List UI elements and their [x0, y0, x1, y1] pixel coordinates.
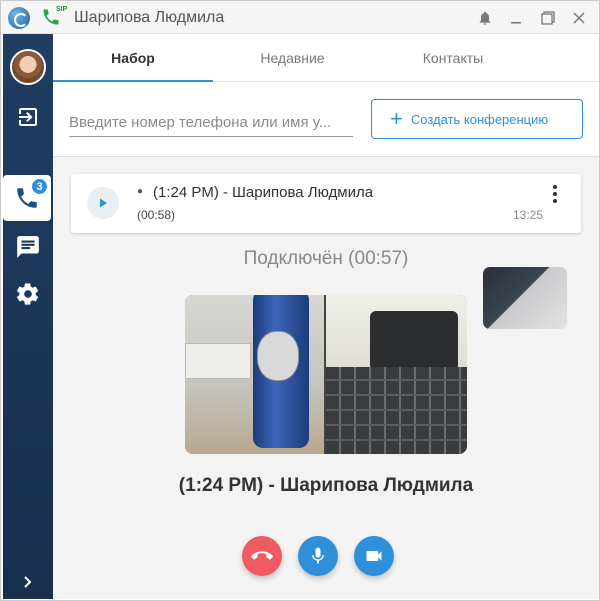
search-field — [69, 110, 353, 137]
tab-contacts[interactable]: Контакты — [398, 34, 508, 81]
window-title: Шарипова Людмила — [74, 9, 225, 26]
create-conference-button[interactable]: + Создать конференцию — [371, 99, 583, 139]
remote-video-left — [185, 295, 324, 454]
sip-phone-icon: SIP — [41, 6, 68, 29]
user-avatar[interactable] — [10, 49, 46, 85]
plus-icon: + — [390, 106, 403, 131]
sidebar: 3 — [3, 34, 53, 599]
create-conference-label: Создать конференцию — [410, 111, 549, 127]
tab-bar: Набор Недавние Контакты — [53, 34, 599, 82]
microphone-button[interactable] — [298, 536, 338, 576]
more-vert-icon[interactable] — [549, 185, 561, 203]
hangup-icon — [251, 551, 273, 560]
sip-label: SIP — [56, 6, 68, 13]
remote-video-right — [326, 295, 467, 454]
maximize-button[interactable] — [536, 6, 560, 30]
chat-icon[interactable] — [3, 224, 53, 270]
call-card-time: 13:25 — [513, 208, 544, 222]
sidebar-item-calls[interactable]: 3 — [3, 175, 51, 221]
title-bar: SIP Шарипова Людмила — [1, 1, 599, 34]
gear-icon[interactable] — [3, 271, 53, 317]
tab-recent[interactable]: Недавние — [240, 34, 345, 81]
app-logo-icon — [8, 7, 30, 29]
close-button[interactable] — [567, 6, 591, 30]
app-window: SIP Шарипова Людмила 3 Набор Недавние Ко… — [0, 0, 600, 601]
call-card-duration: (00:58) — [137, 208, 176, 222]
remote-video — [185, 295, 467, 454]
search-input[interactable] — [69, 110, 353, 134]
microphone-icon — [312, 547, 324, 564]
logout-icon[interactable] — [3, 94, 53, 140]
hangup-button[interactable] — [242, 536, 282, 576]
peer-name: (1:24 PM) - Шарипова Людмила — [178, 475, 474, 496]
local-video-preview[interactable] — [483, 267, 567, 329]
notifications-bell-icon[interactable] — [473, 6, 497, 30]
minimize-button[interactable] — [504, 6, 528, 30]
video-camera-button[interactable] — [354, 536, 394, 576]
call-card-title: (1:24 PM) - Шарипова Людмила — [153, 184, 374, 201]
recording-dot-icon: ● — [137, 186, 144, 197]
calls-count-badge: 3 — [30, 177, 49, 196]
call-list-item[interactable]: ● (1:24 PM) - Шарипова Людмила (00:58) 1… — [71, 174, 581, 233]
tab-dial[interactable]: Набор — [53, 34, 213, 82]
video-camera-icon — [366, 551, 382, 561]
chevron-right-icon[interactable] — [3, 559, 53, 601]
play-icon[interactable] — [87, 187, 119, 219]
